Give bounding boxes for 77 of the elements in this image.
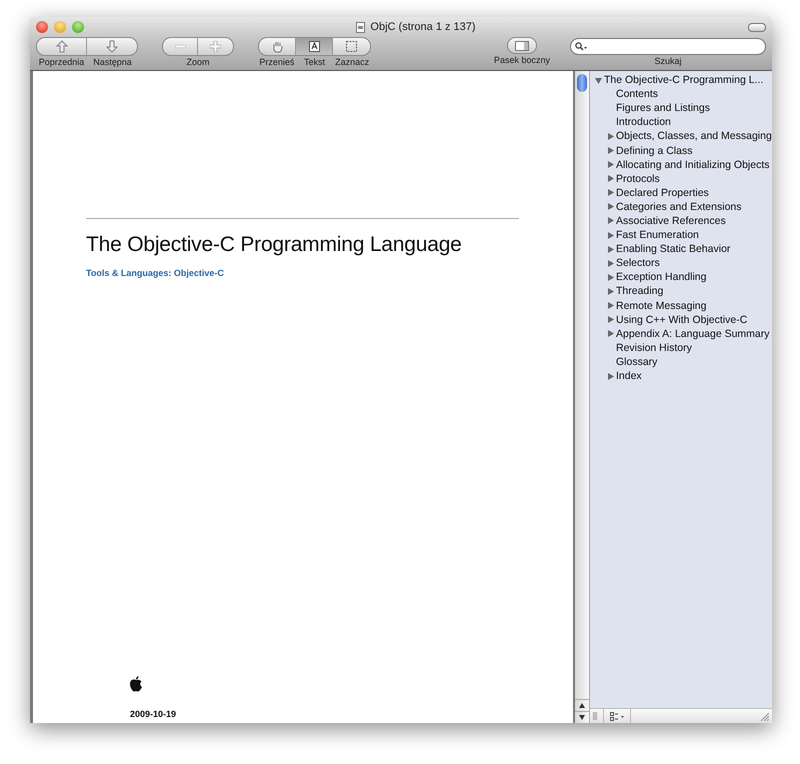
- disclosure-triangle-icon[interactable]: [607, 189, 614, 196]
- toolbar-label: Poprzednia: [38, 56, 86, 68]
- resize-grip-icon[interactable]: [760, 712, 769, 720]
- document-title: The Objective-C Programming Language: [86, 233, 463, 257]
- outline-item[interactable]: Fast Enumeration: [616, 229, 699, 242]
- outline-item[interactable]: Index: [616, 370, 642, 382]
- toolbar-label: Szukaj: [654, 55, 682, 67]
- disclosure-triangle-icon[interactable]: [607, 288, 614, 295]
- toolbar-label: Następna: [92, 56, 133, 68]
- segmented-control[interactable]: [162, 37, 234, 56]
- toolbar-label: Tekst: [302, 56, 326, 68]
- segmented-control[interactable]: [36, 37, 138, 56]
- outline-item[interactable]: Objects, Classes, and Messaging: [616, 130, 772, 142]
- disclosure-triangle-icon[interactable]: [595, 76, 602, 84]
- down-arrow-icon: [106, 40, 118, 53]
- scroll-thumb[interactable]: [577, 74, 587, 92]
- document-icon: [356, 22, 366, 32]
- toolbar-label: Pasek boczny: [494, 54, 550, 66]
- toolbar-label: Zaznacz: [334, 56, 370, 68]
- list-view-icon: [610, 712, 624, 720]
- plus-icon: [210, 41, 221, 52]
- scrollbar[interactable]: [575, 71, 589, 723]
- sidebar-icon: [514, 40, 529, 50]
- disclosure-triangle-icon[interactable]: [607, 274, 614, 281]
- text-button[interactable]: [296, 38, 333, 55]
- outline-item[interactable]: Threading: [616, 285, 664, 298]
- selection-icon: [346, 41, 357, 52]
- text-cursor-icon: [308, 41, 320, 52]
- down-triangle-icon: [579, 715, 585, 720]
- disclosure-triangle-icon[interactable]: [607, 372, 614, 380]
- document-subtitle: Tools & Languages: Objective-C: [86, 268, 225, 278]
- search-icon: [575, 42, 588, 51]
- outline-item[interactable]: Enabling Static Behavior: [616, 243, 730, 256]
- outline-item[interactable]: Declared Properties: [616, 186, 709, 199]
- up-arrow-icon: [56, 40, 68, 53]
- outline-item[interactable]: Allocating and Initializing Objects: [616, 158, 770, 171]
- window-title: ObjC (strona 1 z 137): [370, 21, 476, 33]
- outline-item[interactable]: Using C++ With Objective-C: [616, 314, 748, 326]
- resize-handle-icon[interactable]: [593, 712, 597, 720]
- disclosure-triangle-icon[interactable]: [607, 175, 614, 182]
- outline-item[interactable]: Introduction: [616, 116, 671, 128]
- outline-item[interactable]: Defining a Class: [616, 144, 692, 157]
- disclosure-triangle-icon[interactable]: [607, 132, 614, 140]
- segmented-control[interactable]: [258, 37, 371, 56]
- search-field[interactable]: [570, 38, 766, 55]
- disclosure-triangle-icon[interactable]: [607, 316, 614, 324]
- outline-item[interactable]: Revision History: [616, 342, 692, 354]
- disclosure-triangle-icon[interactable]: [607, 147, 614, 154]
- outline-item[interactable]: Remote Messaging: [616, 300, 706, 312]
- disclosure-triangle-icon[interactable]: [607, 161, 614, 168]
- disclosure-triangle-icon[interactable]: [607, 302, 614, 310]
- toolbar-label: Przenieś: [258, 56, 296, 68]
- outline-item[interactable]: Contents: [616, 88, 658, 100]
- outline-item[interactable]: Appendix A: Language Summary: [616, 328, 770, 340]
- disclosure-triangle-icon[interactable]: [607, 217, 614, 224]
- close-button[interactable]: [36, 21, 48, 33]
- up-triangle-icon: [579, 703, 585, 708]
- view-options-button[interactable]: [610, 712, 624, 720]
- apple-icon: [129, 676, 143, 692]
- disclosure-triangle-icon[interactable]: [607, 330, 614, 338]
- outline-item[interactable]: Glossary: [616, 356, 658, 368]
- outline-item[interactable]: Associative References: [616, 214, 726, 227]
- outline-item[interactable]: Selectors: [616, 257, 660, 270]
- outline-item[interactable]: The Objective-C Programming L...: [604, 74, 764, 86]
- outline-item[interactable]: Protocols: [616, 172, 660, 185]
- outline-item[interactable]: Figures and Listings: [616, 102, 710, 114]
- toolbar-toggle-button[interactable]: [748, 22, 766, 32]
- document-date: 2009-10-19: [130, 709, 178, 719]
- outline-item[interactable]: Exception Handling: [616, 271, 706, 284]
- disclosure-triangle-icon[interactable]: [607, 232, 614, 239]
- sidebar-button[interactable]: [506, 37, 537, 54]
- hand-icon: [272, 40, 282, 52]
- disclosure-triangle-icon[interactable]: [607, 203, 614, 210]
- toolbar-label: Zoom: [186, 56, 210, 68]
- outline-item[interactable]: Categories and Extensions: [616, 200, 742, 213]
- disclosure-triangle-icon[interactable]: [607, 260, 614, 267]
- disclosure-triangle-icon[interactable]: [607, 246, 614, 253]
